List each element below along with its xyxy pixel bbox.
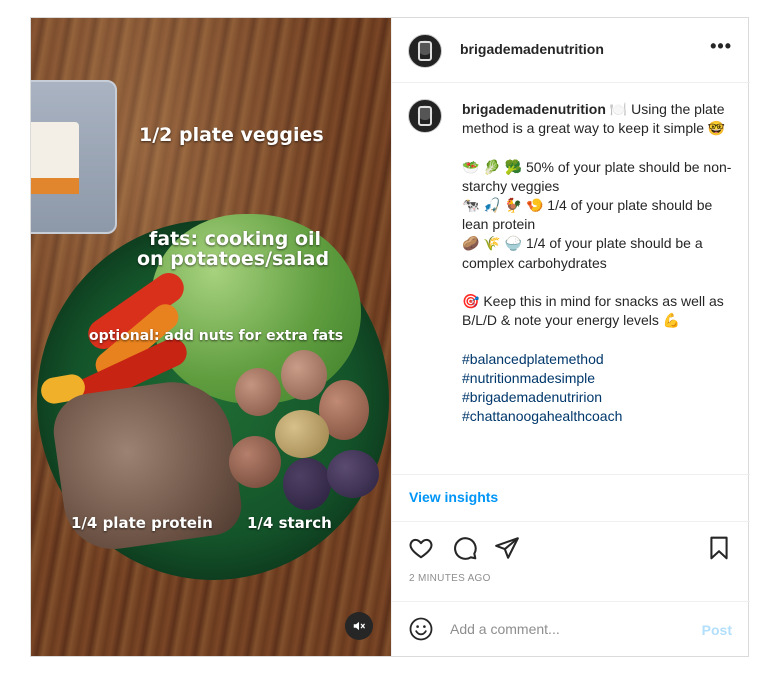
purple-potato-image xyxy=(283,458,331,510)
overlay-optional-text: optional: add nuts for extra fats xyxy=(89,328,344,344)
caption-section: brigademadenutrition 🍽️ Using the plate … xyxy=(392,83,750,473)
speaker-muted-icon xyxy=(353,621,365,631)
overlay-protein-text: 1/4 plate protein xyxy=(71,514,213,532)
caption-line: 🥗 🥬 🥦 50% of your plate should be non-st… xyxy=(462,158,732,194)
caption-line-1: brigademadenutrition 🍽️ Using the plate … xyxy=(462,100,732,138)
caption-text: brigademadenutrition 🍽️ Using the plate … xyxy=(462,100,732,426)
caption-line: 🥔 🌾 🍚 1/4 of your plate should be a comp… xyxy=(462,235,703,271)
potato-image xyxy=(275,410,329,458)
hashtag-link[interactable]: #balancedplatemethod xyxy=(462,350,732,369)
food-container-image xyxy=(31,80,117,234)
heart-icon[interactable] xyxy=(408,535,434,561)
caption-line: 🎯 Keep this in mind for snacks as well a… xyxy=(462,293,724,329)
mute-button[interactable] xyxy=(345,612,373,640)
hashtag-link[interactable]: #chattanoogahealthcoach xyxy=(462,407,732,426)
purple-potato-image xyxy=(327,450,379,498)
add-comment-bar: Post xyxy=(392,601,750,657)
overlay-fats-text-line2: on potatoes/salad xyxy=(137,248,330,270)
username-link[interactable]: brigademadenutrition xyxy=(460,41,604,57)
post-comment-button[interactable]: Post xyxy=(702,622,732,638)
insights-bar: View insights xyxy=(392,474,750,522)
potato-image xyxy=(229,436,281,488)
more-options-icon[interactable]: ••• xyxy=(710,36,732,57)
overlay-fats-text: fats: cooking oil xyxy=(149,228,322,250)
bookmark-icon[interactable] xyxy=(706,535,732,561)
share-icon[interactable] xyxy=(494,535,520,561)
instagram-post: 1/2 plate veggies fats: cooking oil on p… xyxy=(30,17,750,657)
hashtag-link[interactable]: #brigademadenutririon xyxy=(462,388,732,407)
caption-username[interactable]: brigademadenutrition xyxy=(462,101,606,117)
potato-image xyxy=(235,368,281,416)
caption-line: 🐄 🎣 🐓 🍤 1/4 of your plate should be lean… xyxy=(462,197,713,233)
post-timestamp[interactable]: 2 MINUTES AGO xyxy=(409,573,491,584)
action-bar: 2 MINUTES AGO xyxy=(392,521,750,601)
comment-icon[interactable] xyxy=(452,535,478,561)
avatar[interactable] xyxy=(408,99,442,133)
hashtag-link[interactable]: #nutritionmadesimple xyxy=(462,369,732,388)
post-media[interactable]: 1/2 plate veggies fats: cooking oil on p… xyxy=(31,18,391,656)
post-side-panel: brigademadenutrition ••• brigademadenutr… xyxy=(391,18,750,656)
post-header: brigademadenutrition ••• xyxy=(392,18,750,83)
container-label-stripe xyxy=(31,178,79,194)
comment-input[interactable] xyxy=(450,616,680,642)
avatar[interactable] xyxy=(408,34,442,68)
overlay-starch-text: 1/4 starch xyxy=(247,514,332,532)
overlay-veggies-text: 1/2 plate veggies xyxy=(139,124,324,146)
emoji-icon[interactable] xyxy=(409,617,433,641)
potato-image xyxy=(281,350,327,400)
view-insights-link[interactable]: View insights xyxy=(409,489,498,505)
